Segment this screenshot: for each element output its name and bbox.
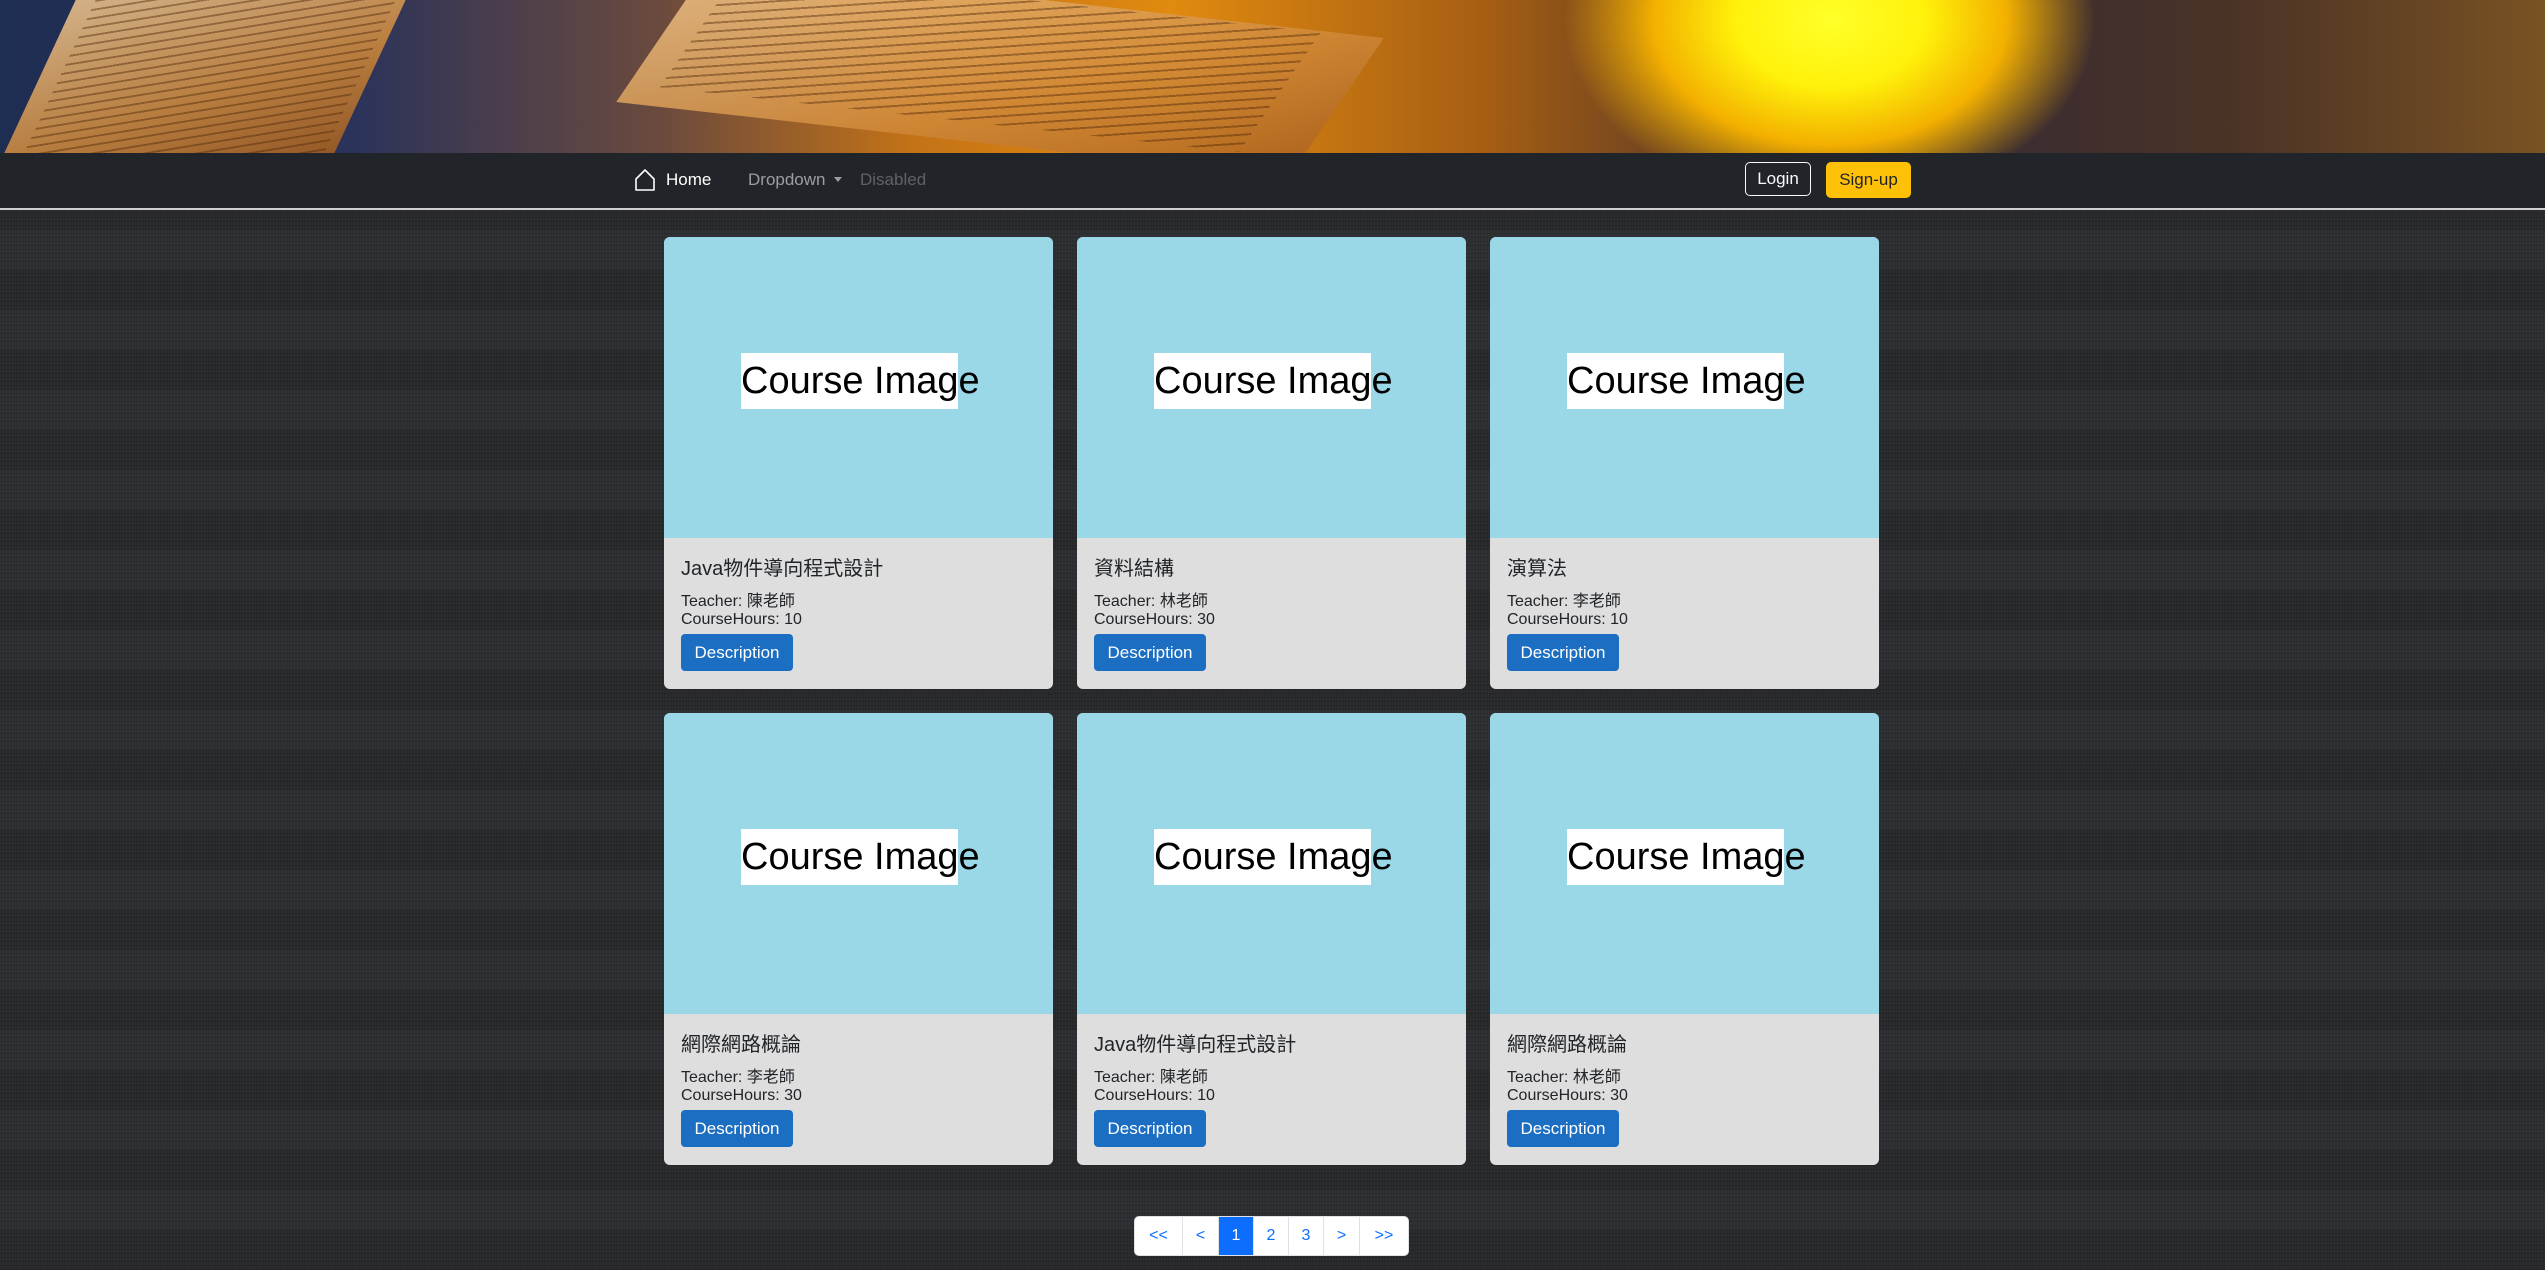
course-teacher: Teacher: 林老師: [1094, 593, 1208, 610]
course-image-label: Course Image: [741, 353, 980, 409]
course-teacher: Teacher: 陳老師: [1094, 1069, 1208, 1086]
navbar-container: Home Dropdown Disabled Login Sign-up: [630, 153, 1920, 208]
course-image: Course Image: [1077, 237, 1466, 538]
course-image-label: Course Image: [1567, 829, 1806, 885]
course-image: Course Image: [664, 237, 1053, 538]
navbar: Home Dropdown Disabled Login Sign-up: [0, 153, 2545, 210]
description-button[interactable]: Description: [1507, 634, 1619, 671]
course-hours: CourseHours: 30: [1507, 1087, 1628, 1104]
course-image-label: Course Image: [1154, 829, 1393, 885]
course-image-label: Course Image: [1567, 353, 1806, 409]
course-hours: CourseHours: 10: [1507, 611, 1628, 628]
course-hours: CourseHours: 10: [1094, 1087, 1215, 1104]
description-button[interactable]: Description: [1094, 1110, 1206, 1147]
home-icon: [635, 169, 655, 191]
course-image: Course Image: [664, 713, 1053, 1014]
course-title: Java物件導向程式設計: [1094, 1034, 1297, 1056]
course-card: Course Image 網際網路概論 Teacher: 李老師 CourseH…: [664, 713, 1053, 1165]
nav-dropdown-label: Dropdown: [748, 170, 826, 189]
nav-disabled-link: Disabled: [860, 170, 927, 189]
course-card: Course Image 資料結構 Teacher: 林老師 CourseHou…: [1077, 237, 1466, 689]
description-button[interactable]: Description: [681, 1110, 793, 1147]
pagination-next[interactable]: >: [1324, 1217, 1360, 1255]
course-card: Course Image Java物件導向程式設計 Teacher: 陳老師 C…: [664, 237, 1053, 689]
course-title: Java物件導向程式設計: [681, 558, 884, 580]
description-button[interactable]: Description: [1094, 634, 1206, 671]
course-teacher: Teacher: 林老師: [1507, 1069, 1621, 1086]
pagination-page-2[interactable]: 2: [1254, 1217, 1289, 1255]
course-hours: CourseHours: 30: [681, 1087, 802, 1104]
course-image-label: Course Image: [1154, 353, 1393, 409]
course-title: 網際網路概論: [681, 1034, 801, 1056]
pagination-page-1[interactable]: 1: [1219, 1217, 1254, 1255]
course-image-label: Course Image: [741, 829, 980, 885]
course-image: Course Image: [1077, 713, 1466, 1014]
course-title: 網際網路概論: [1507, 1034, 1627, 1056]
course-title: 資料結構: [1094, 558, 1174, 580]
course-hours: CourseHours: 10: [681, 611, 802, 628]
course-card: Course Image Java物件導向程式設計 Teacher: 陳老師 C…: [1077, 713, 1466, 1165]
nav-dropdown[interactable]: Dropdown: [748, 170, 842, 190]
course-teacher: Teacher: 李老師: [1507, 593, 1621, 610]
course-hours: CourseHours: 30: [1094, 611, 1215, 628]
nav-home-label: Home: [666, 170, 712, 189]
description-button[interactable]: Description: [681, 634, 793, 671]
caret-down-icon: [833, 177, 842, 182]
course-image: Course Image: [1490, 713, 1879, 1014]
course-card: Course Image 網際網路概論 Teacher: 林老師 CourseH…: [1490, 713, 1879, 1165]
login-button[interactable]: Login: [1745, 162, 1811, 196]
pagination: << < 1 2 3 > >>: [1134, 1216, 1409, 1256]
course-grid: Course Image Java物件導向程式設計 Teacher: 陳老師 C…: [664, 237, 1879, 1167]
pagination-prev[interactable]: <: [1183, 1217, 1219, 1255]
pagination-page-3[interactable]: 3: [1289, 1217, 1324, 1255]
course-card: Course Image 演算法 Teacher: 李老師 CourseHour…: [1490, 237, 1879, 689]
course-teacher: Teacher: 李老師: [681, 1069, 795, 1086]
pagination-last[interactable]: >>: [1360, 1217, 1408, 1255]
course-teacher: Teacher: 陳老師: [681, 593, 795, 610]
header-banner-image: [0, 0, 2545, 153]
course-title: 演算法: [1507, 558, 1567, 580]
description-button[interactable]: Description: [1507, 1110, 1619, 1147]
nav-home-link[interactable]: Home: [634, 168, 711, 192]
signup-button[interactable]: Sign-up: [1826, 162, 1911, 198]
course-image: Course Image: [1490, 237, 1879, 538]
pagination-first[interactable]: <<: [1135, 1217, 1183, 1255]
